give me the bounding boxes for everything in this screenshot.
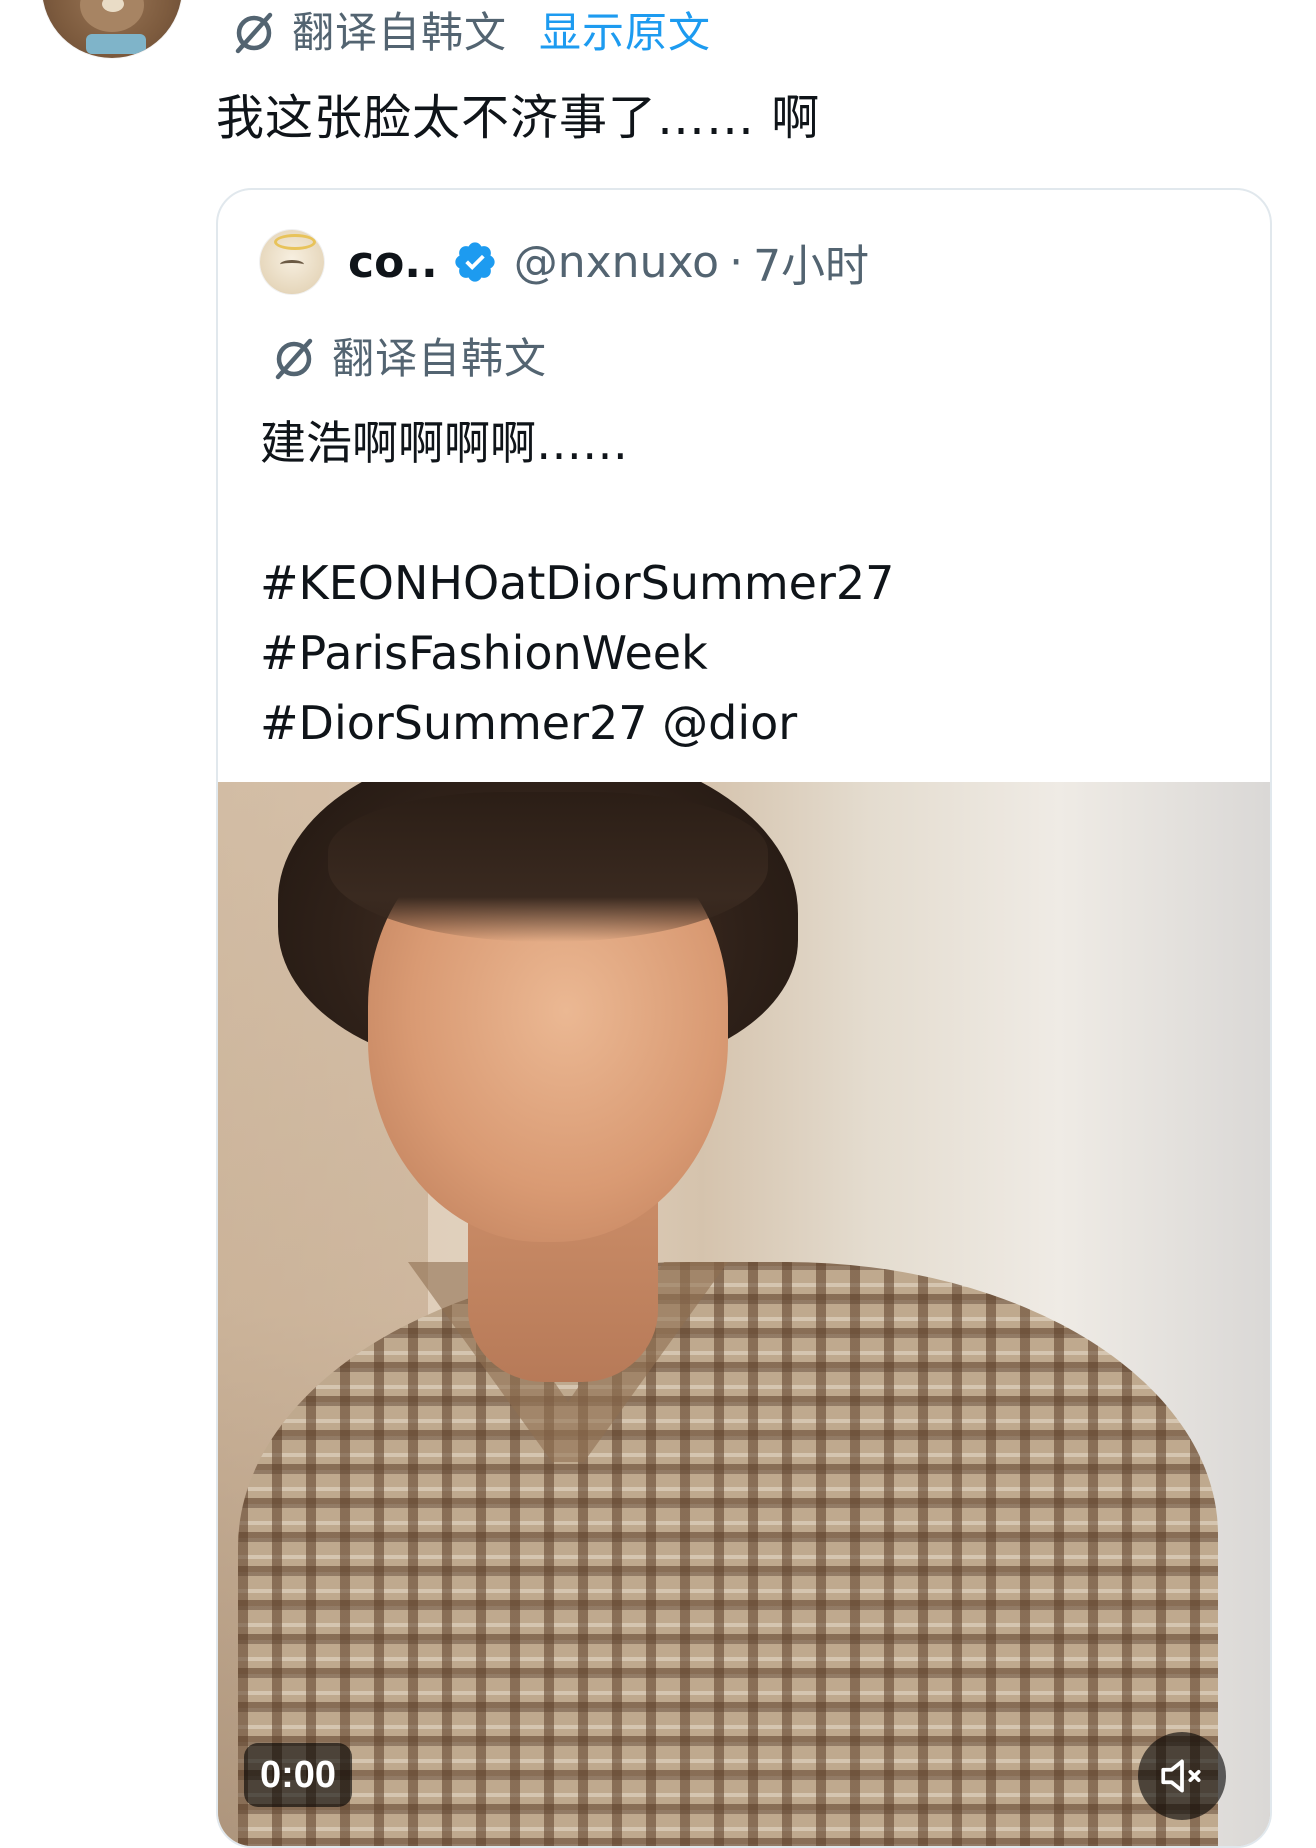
quoted-translation-notice: 翻译自韩文 bbox=[270, 334, 547, 384]
translated-from-label: 翻译自韩文 bbox=[332, 334, 548, 383]
hashtag-keonho[interactable]: #KEONHOatDiorSummer27 bbox=[260, 548, 894, 618]
tweet-text: 我这张脸太不济事了…… 啊 bbox=[216, 90, 821, 146]
hashtag-parisfashionweek[interactable]: #ParisFashionWeek bbox=[260, 618, 894, 688]
show-original-link[interactable]: 显示原文 bbox=[539, 8, 711, 58]
quoted-tweet-card[interactable]: co.. @nxnuxo · 7小时 翻译自韩文 建浩啊啊啊啊…… #KEONH… bbox=[216, 188, 1272, 1848]
avatar-bear-ribbon bbox=[86, 34, 146, 54]
translation-notice: 翻译自韩文 显示原文 bbox=[230, 8, 711, 58]
quoted-handle[interactable]: @nxnuxo bbox=[514, 237, 719, 288]
video-person-shirt bbox=[238, 1262, 1218, 1846]
quoted-tweet-header: co.. @nxnuxo · 7小时 bbox=[260, 226, 869, 298]
volume-muted-icon bbox=[1161, 1759, 1201, 1793]
quoted-text-blank-line bbox=[260, 478, 894, 548]
video-person-fringe bbox=[328, 792, 768, 942]
verified-badge-icon bbox=[455, 242, 495, 282]
quoted-text-line: 建浩啊啊啊啊…… bbox=[260, 416, 628, 470]
mute-toggle-button[interactable] bbox=[1138, 1732, 1226, 1820]
quoted-user-avatar[interactable] bbox=[260, 230, 324, 294]
translate-icon bbox=[275, 338, 313, 380]
quoted-timestamp[interactable]: 7小时 bbox=[753, 230, 869, 294]
video-player[interactable]: 0:00 bbox=[218, 782, 1270, 1846]
hashtag-diorsummer-mention[interactable]: #DiorSummer27 @dior bbox=[260, 688, 894, 758]
quoted-tweet-text: 建浩啊啊啊啊…… #KEONHOatDiorSummer27 #ParisFas… bbox=[260, 408, 894, 758]
translate-icon bbox=[235, 12, 273, 54]
quoted-display-name[interactable]: co.. bbox=[348, 237, 438, 288]
user-avatar[interactable] bbox=[42, 0, 182, 58]
video-timestamp: 0:00 bbox=[244, 1743, 353, 1807]
header-separator: · bbox=[729, 236, 744, 288]
translated-from-label: 翻译自韩文 bbox=[292, 8, 508, 57]
